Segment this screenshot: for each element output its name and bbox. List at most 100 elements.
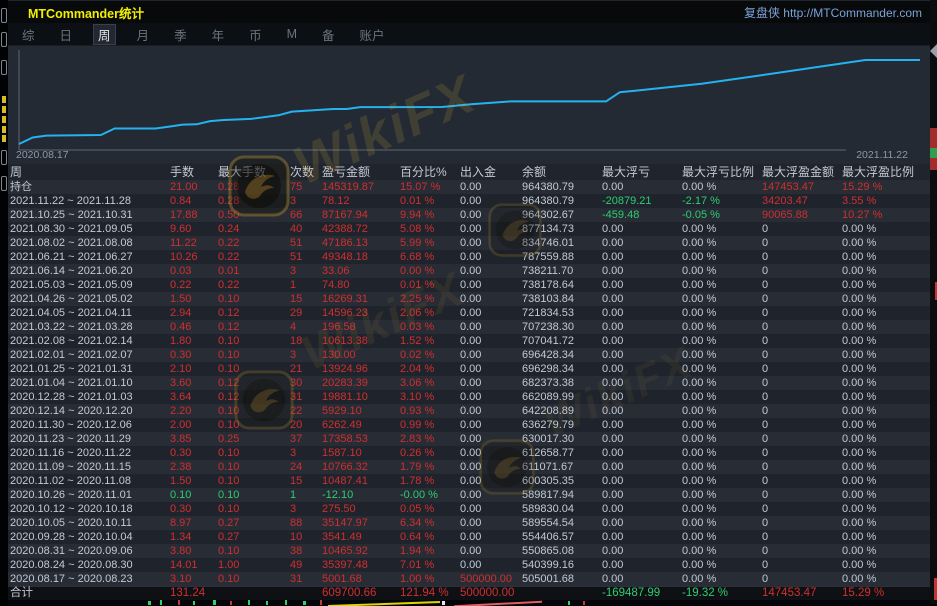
table-body: 持仓21.000.2875145319.8715.07 %0.00964380.… bbox=[8, 180, 930, 600]
cell: -20879.21 bbox=[600, 194, 680, 208]
cell: 0.22 bbox=[168, 278, 216, 292]
cell: 0 bbox=[760, 222, 840, 236]
table-row[interactable]: 2020.11.23 ~ 2020.11.293.850.253717358.5… bbox=[8, 432, 930, 446]
cell: 5929.10 bbox=[320, 404, 398, 418]
table-row[interactable]: 2020.11.30 ~ 2020.12.062.000.10206262.49… bbox=[8, 418, 930, 432]
cell: 0.00 bbox=[600, 516, 680, 530]
table-row[interactable]: 2020.10.05 ~ 2020.10.118.970.278835147.9… bbox=[8, 516, 930, 530]
cell: 2020.11.02 ~ 2020.11.08 bbox=[8, 474, 168, 488]
cell: 0.00 bbox=[458, 376, 520, 390]
cell: -12.10 bbox=[320, 488, 398, 502]
table-row[interactable]: 2021.02.08 ~ 2021.02.141.800.101810613.3… bbox=[8, 334, 930, 348]
cell: 0.10 bbox=[216, 334, 288, 348]
cell: 3.60 bbox=[168, 376, 216, 390]
table-row[interactable]: 2021.05.03 ~ 2021.05.090.220.22174.800.0… bbox=[8, 278, 930, 292]
menu-item-月[interactable]: 月 bbox=[133, 24, 154, 45]
table-row[interactable]: 2020.10.26 ~ 2020.11.010.100.101-12.10-0… bbox=[8, 488, 930, 502]
cell: 0.12 bbox=[216, 390, 288, 404]
menu-item-周[interactable]: 周 bbox=[93, 24, 116, 45]
table-row[interactable]: 2021.06.21 ~ 2021.06.2710.260.225149348.… bbox=[8, 250, 930, 264]
cell: 0.30 bbox=[168, 502, 216, 516]
cell: 0.00 % bbox=[840, 474, 930, 488]
table-row[interactable]: 2020.09.28 ~ 2020.10.041.340.27103541.49… bbox=[8, 530, 930, 544]
cell: 0.00 bbox=[458, 474, 520, 488]
cell: 0.24 bbox=[216, 222, 288, 236]
cell: 0 bbox=[760, 348, 840, 362]
table-row[interactable]: 2021.11.22 ~ 2021.11.280.840.28378.120.0… bbox=[8, 194, 930, 208]
cell: 0 bbox=[760, 460, 840, 474]
cell: 600305.35 bbox=[520, 474, 600, 488]
cell: 0.12 bbox=[216, 306, 288, 320]
table-row[interactable]: 2021.10.25 ~ 2021.10.3117.880.506687167.… bbox=[8, 208, 930, 222]
table-row[interactable]: 2021.01.04 ~ 2021.01.103.600.123020283.3… bbox=[8, 376, 930, 390]
cell: 0 bbox=[760, 306, 840, 320]
cell: 0.00 % bbox=[840, 404, 930, 418]
cell: 612658.77 bbox=[520, 446, 600, 460]
cell: -459.48 bbox=[600, 208, 680, 222]
cell: 0.00 % bbox=[680, 502, 760, 516]
menu-item-账户[interactable]: 账户 bbox=[356, 24, 389, 45]
table-row[interactable]: 2020.10.12 ~ 2020.10.180.300.103275.500.… bbox=[8, 502, 930, 516]
brand-link[interactable]: 复盘侠 http://MTCommander.com bbox=[744, 4, 922, 21]
cell: 2021.06.14 ~ 2021.06.20 bbox=[8, 264, 168, 278]
cell: 15.07 % bbox=[398, 180, 458, 194]
cell: 3 bbox=[288, 502, 320, 516]
cell: 2020.08.31 ~ 2020.09.06 bbox=[8, 544, 168, 558]
x-axis-start-label: 2020.08.17 bbox=[16, 149, 69, 161]
table-row[interactable]: 持仓21.000.2875145319.8715.07 %0.00964380.… bbox=[8, 180, 930, 194]
cell: 0.10 bbox=[216, 572, 288, 586]
table-header: 周手数最大手数次数盈亏金额百分比%出入金余额最大浮亏最大浮亏比例最大浮盈金额最大… bbox=[8, 164, 930, 180]
cell: -0.00 % bbox=[398, 488, 458, 502]
menu-item-季[interactable]: 季 bbox=[170, 24, 191, 45]
cell: 6.34 % bbox=[398, 516, 458, 530]
cell: 0 bbox=[760, 376, 840, 390]
cell: 2021.10.25 ~ 2021.10.31 bbox=[8, 208, 168, 222]
table-row[interactable]: 2020.12.28 ~ 2021.01.033.640.123119881.1… bbox=[8, 390, 930, 404]
cell: 834746.01 bbox=[520, 236, 600, 250]
cell: 0.00 % bbox=[680, 250, 760, 264]
table-row[interactable]: 2021.08.02 ~ 2021.08.0811.220.225147186.… bbox=[8, 236, 930, 250]
cell: 0.99 % bbox=[398, 418, 458, 432]
cell: 2.25 % bbox=[398, 292, 458, 306]
table-row[interactable]: 2021.04.05 ~ 2021.04.112.940.122914596.2… bbox=[8, 306, 930, 320]
table-row[interactable]: 2021.04.26 ~ 2021.05.021.500.101516269.3… bbox=[8, 292, 930, 306]
cell: 20 bbox=[288, 418, 320, 432]
cell: 121.94 % bbox=[398, 587, 458, 600]
menu-item-M[interactable]: M bbox=[283, 26, 301, 42]
cell: 0.00 bbox=[458, 222, 520, 236]
table-row[interactable]: 2020.12.14 ~ 2020.12.202.200.10225929.10… bbox=[8, 404, 930, 418]
background-window-left-sliver bbox=[0, 0, 8, 604]
cell: 17.88 bbox=[168, 208, 216, 222]
cell: 0 bbox=[760, 474, 840, 488]
table-row[interactable]: 2021.06.14 ~ 2021.06.200.030.01333.060.0… bbox=[8, 264, 930, 278]
table-row[interactable]: 2021.03.22 ~ 2021.03.280.460.124196.580.… bbox=[8, 320, 930, 334]
menu-item-日[interactable]: 日 bbox=[56, 24, 77, 45]
table-row[interactable]: 2020.11.02 ~ 2020.11.081.500.101510487.4… bbox=[8, 474, 930, 488]
table-row[interactable]: 2020.11.09 ~ 2020.11.152.380.102410766.3… bbox=[8, 460, 930, 474]
table-row[interactable]: 2021.08.30 ~ 2021.09.059.600.244042388.7… bbox=[8, 222, 930, 236]
cell: 0.00 % bbox=[680, 292, 760, 306]
cell: 0.00 bbox=[458, 278, 520, 292]
cell: 2.04 % bbox=[398, 362, 458, 376]
cell: 9.94 % bbox=[398, 208, 458, 222]
menu-item-币[interactable]: 币 bbox=[245, 24, 266, 45]
table-row[interactable]: 2020.08.31 ~ 2020.09.063.800.103810465.9… bbox=[8, 544, 930, 558]
cell: 3.64 bbox=[168, 390, 216, 404]
cell: 0.00 % bbox=[840, 278, 930, 292]
cell: 0.03 % bbox=[398, 320, 458, 334]
menu-item-年[interactable]: 年 bbox=[208, 24, 229, 45]
menu-item-备[interactable]: 备 bbox=[318, 24, 339, 45]
table-row[interactable]: 2020.11.16 ~ 2020.11.220.300.1031587.100… bbox=[8, 446, 930, 460]
total-row[interactable]: 合计131.24609700.66121.94 %500000.00-16948… bbox=[8, 586, 930, 600]
cell: 5.08 % bbox=[398, 222, 458, 236]
table-row[interactable]: 2021.01.25 ~ 2021.01.312.100.102113924.9… bbox=[8, 362, 930, 376]
column-header: 最大浮盈比例 bbox=[840, 164, 930, 180]
cell: 1.80 bbox=[168, 334, 216, 348]
table-row[interactable]: 2021.02.01 ~ 2021.02.070.300.103130.000.… bbox=[8, 348, 930, 362]
table-row[interactable]: 2020.08.24 ~ 2020.08.3014.011.004935397.… bbox=[8, 558, 930, 572]
table-row[interactable]: 2020.08.17 ~ 2020.08.233.100.10315001.68… bbox=[8, 572, 930, 586]
cell: 0.00 % bbox=[840, 572, 930, 586]
menu-item-综[interactable]: 综 bbox=[18, 24, 39, 45]
cell: 2.06 % bbox=[398, 306, 458, 320]
cell: -2.17 % bbox=[680, 194, 760, 208]
